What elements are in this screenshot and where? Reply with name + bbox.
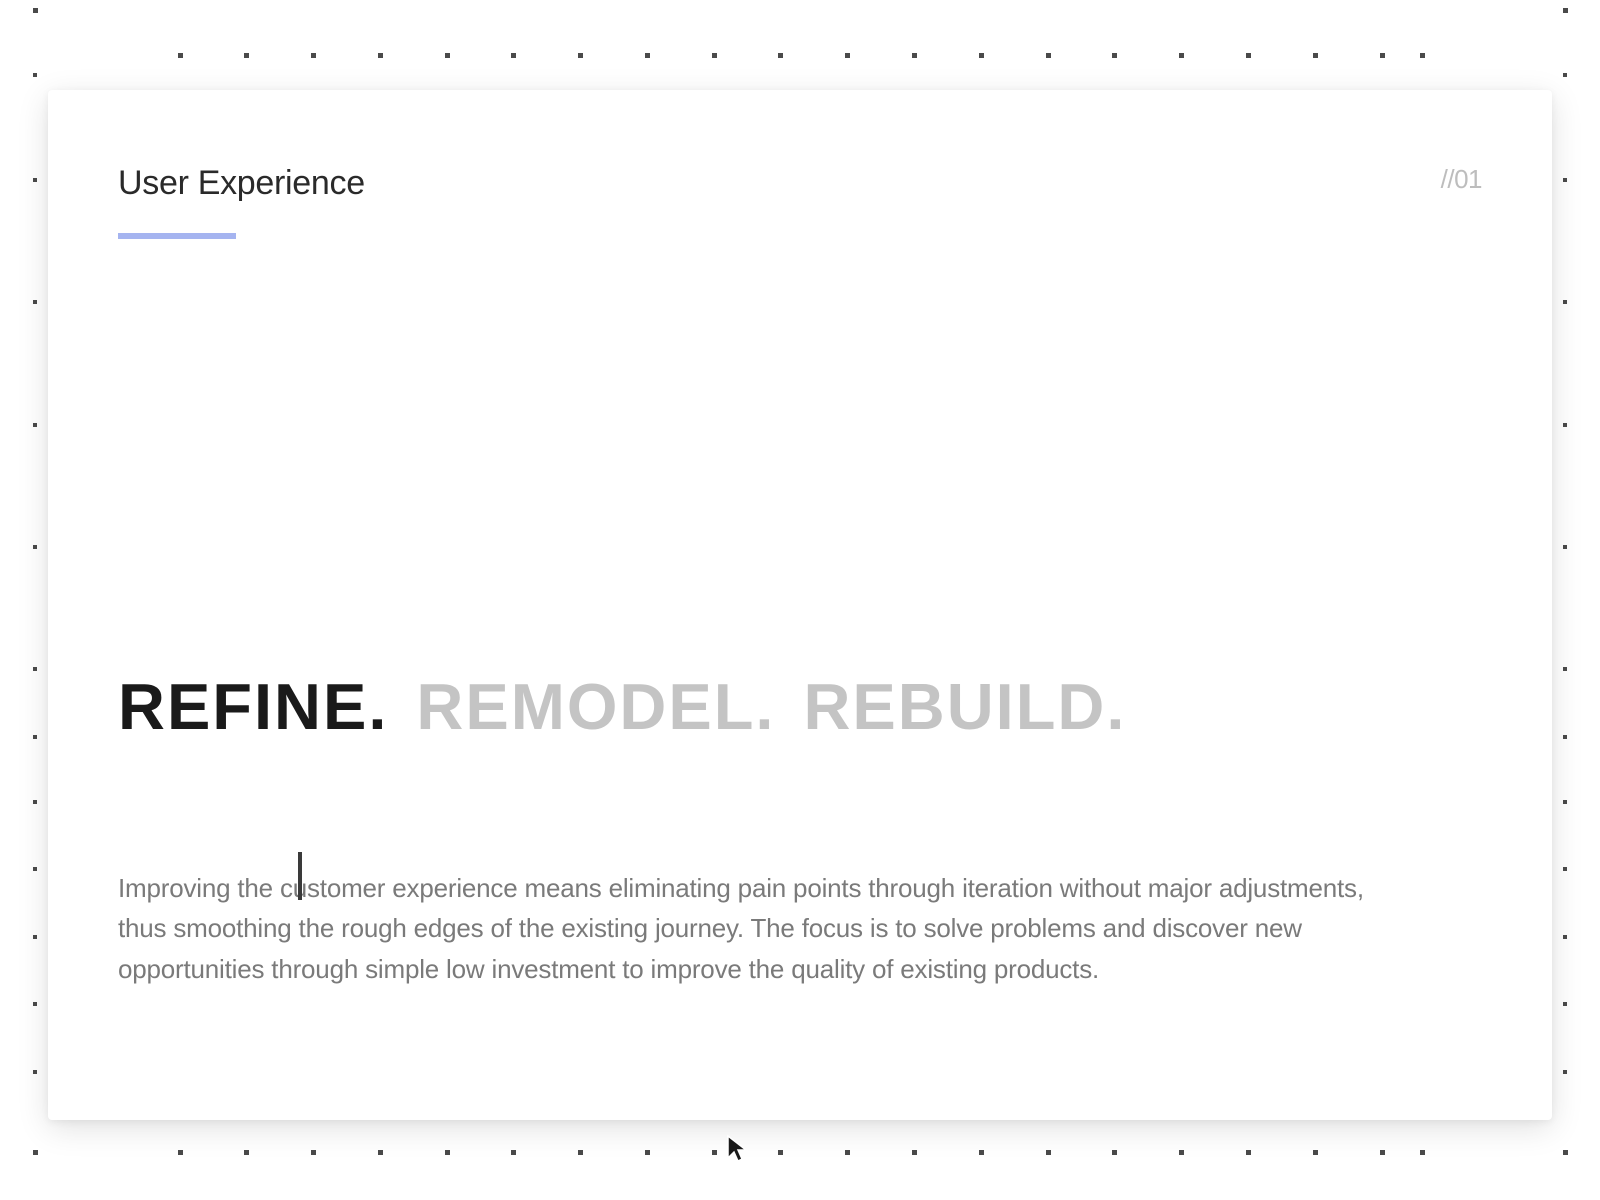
title-underline: [118, 233, 236, 239]
slide-card: User Experience //01 REFINE. REMODEL. RE…: [48, 90, 1552, 1120]
header-row: User Experience //01: [118, 164, 1482, 239]
text-cursor-indicator: [298, 852, 302, 900]
keywords-row: REFINE. REMODEL. REBUILD.: [118, 669, 1482, 744]
body-paragraph: Improving the customer experience means …: [118, 868, 1378, 989]
keyword-remodel: REMODEL.: [416, 669, 775, 744]
keyword-refine: REFINE.: [118, 669, 388, 744]
cursor-icon: [726, 1134, 748, 1164]
keyword-rebuild: REBUILD.: [803, 669, 1126, 744]
title-block: User Experience: [118, 164, 365, 239]
slide-title: User Experience: [118, 164, 365, 203]
page-marker: //01: [1441, 164, 1482, 195]
